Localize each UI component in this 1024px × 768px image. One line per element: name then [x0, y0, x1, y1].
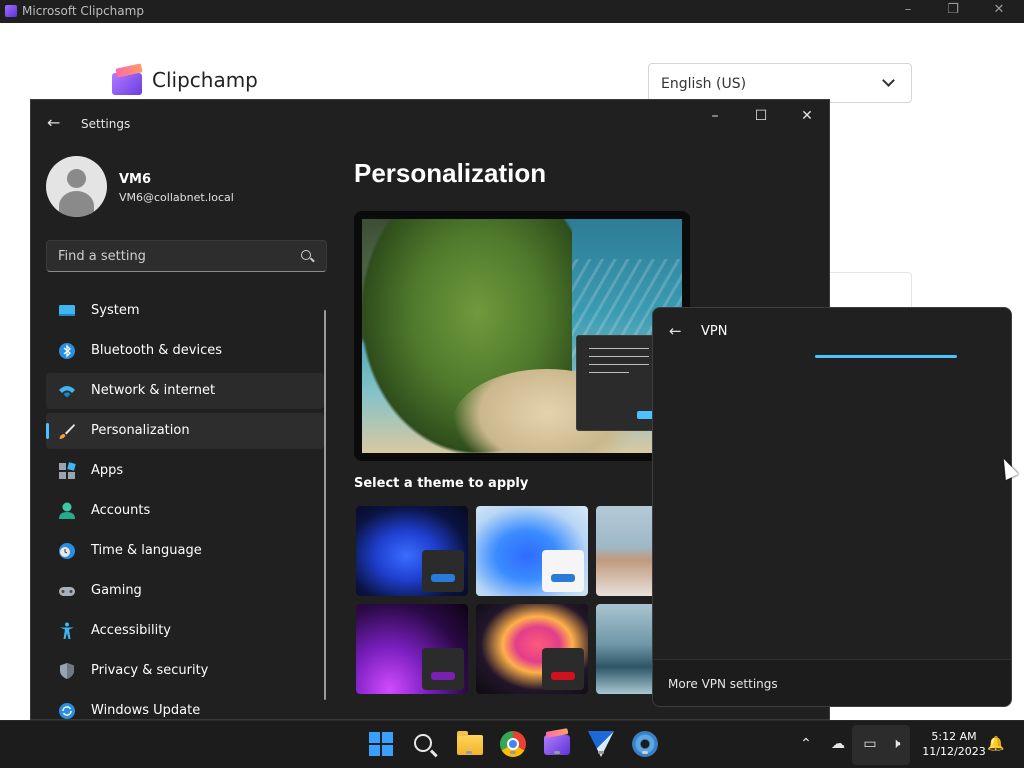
loading-progress-bar	[815, 355, 957, 358]
sidebar-item-label: Accounts	[91, 503, 151, 518]
preview-mini-window	[576, 335, 667, 431]
sidebar-item-label: Apps	[91, 463, 124, 478]
theme-tile-glow[interactable]	[356, 604, 468, 694]
sidebar-nav: System Bluetooth & devices Network & int…	[46, 293, 324, 719]
theme-section-label: Select a theme to apply	[354, 476, 529, 491]
sidebar-item-time-language[interactable]: Time & language	[46, 533, 324, 569]
clipchamp-brand: Clipchamp	[152, 68, 258, 92]
accessibility-icon	[60, 622, 74, 639]
settings-maximize-button[interactable]: ☐	[738, 106, 784, 126]
sidebar-item-system[interactable]: System	[46, 293, 324, 329]
vpn-flyout: ← VPN More VPN settings	[652, 307, 1012, 707]
apps-icon	[59, 462, 76, 479]
vpn-title: VPN	[701, 324, 728, 339]
clipchamp-window-title: Microsoft Clipchamp	[22, 4, 144, 18]
sidebar-item-apps[interactable]: Apps	[46, 453, 324, 489]
running-indicator	[554, 751, 560, 754]
sidebar-item-label: Privacy & security	[91, 663, 209, 678]
theme-tile-bloom-light[interactable]	[476, 506, 588, 596]
user-name: VM6	[119, 172, 152, 187]
sidebar-item-privacy[interactable]: Privacy & security	[46, 653, 324, 689]
search-input[interactable]	[46, 240, 327, 272]
taskbar: ⌃ ☁ ▭ 🕨 5:12 AM 11/12/2023 🔔	[0, 720, 1024, 768]
volume-muted-icon[interactable]: 🕨	[886, 736, 906, 754]
sidebar-item-label: Windows Update	[91, 703, 201, 718]
chevron-down-icon	[882, 74, 895, 87]
sidebar-item-accessibility[interactable]: Accessibility	[46, 613, 324, 649]
sidebar-item-label: Time & language	[91, 543, 202, 558]
avatar[interactable]	[46, 156, 107, 217]
theme-tile-flow[interactable]	[476, 604, 588, 694]
clipchamp-card	[830, 272, 912, 312]
theme-tile-bloom-dark[interactable]	[356, 506, 468, 596]
sidebar-item-label: Accessibility	[91, 623, 171, 638]
clock-globe-icon	[59, 543, 75, 559]
clipchamp-titlebar: Microsoft Clipchamp – ❐ ✕	[0, 0, 1024, 23]
restore-button[interactable]: ❐	[933, 2, 973, 20]
sidebar-item-network[interactable]: Network & internet	[46, 373, 324, 409]
chevron-up-icon[interactable]: ⌃	[796, 736, 816, 754]
close-button[interactable]: ✕	[979, 2, 1019, 20]
bluetooth-icon	[59, 343, 75, 359]
system-icon	[59, 305, 75, 316]
language-value: English (US)	[661, 76, 747, 92]
sidebar-item-bluetooth[interactable]: Bluetooth & devices	[46, 333, 324, 369]
running-indicator	[466, 751, 472, 754]
sidebar-item-label: Personalization	[91, 423, 190, 438]
sidebar-item-label: Network & internet	[91, 383, 216, 398]
clock[interactable]: 5:12 AM 11/12/2023	[919, 729, 989, 759]
sidebar-item-label: Bluetooth & devices	[91, 343, 222, 358]
clipchamp-logo-icon	[112, 63, 144, 95]
sidebar-item-gaming[interactable]: Gaming	[46, 573, 324, 609]
sidebar-item-label: System	[91, 303, 140, 318]
start-icon[interactable]	[368, 731, 394, 757]
shield-icon	[60, 663, 74, 679]
running-indicator	[510, 751, 516, 754]
sidebar-item-label: Gaming	[91, 583, 142, 598]
back-arrow-icon[interactable]: ←	[669, 322, 682, 340]
vpn-footer: More VPN settings	[653, 659, 1011, 706]
settings-close-button[interactable]: ✕	[784, 106, 829, 126]
sidebar-item-accounts[interactable]: Accounts	[46, 493, 324, 529]
language-select[interactable]: English (US)	[648, 63, 912, 103]
clipchamp-app-icon	[5, 5, 17, 17]
running-indicator	[642, 751, 648, 754]
search-icon[interactable]	[301, 250, 311, 260]
search-icon[interactable]	[414, 734, 432, 752]
page-title: Personalization	[354, 158, 547, 188]
user-email: VM6@collabnet.local	[119, 191, 234, 204]
gamepad-icon	[59, 587, 75, 596]
accounts-icon	[59, 502, 75, 519]
update-icon	[59, 703, 75, 719]
back-arrow-icon[interactable]: ←	[47, 114, 65, 132]
settings-title: Settings	[81, 117, 131, 131]
sidebar-scrollbar[interactable]	[324, 310, 326, 700]
more-vpn-settings-link[interactable]: More VPN settings	[668, 677, 778, 691]
onedrive-icon[interactable]: ☁	[828, 736, 848, 754]
wifi-icon	[59, 386, 75, 398]
settings-minimize-button[interactable]: –	[692, 106, 738, 126]
minimize-button[interactable]: –	[888, 2, 928, 20]
clock-date: 11/12/2023	[922, 745, 986, 758]
brush-icon	[59, 424, 75, 439]
network-icon[interactable]: ▭	[860, 736, 880, 754]
running-indicator	[598, 751, 604, 754]
sidebar-item-windows-update[interactable]: Windows Update	[46, 693, 324, 719]
clock-time: 5:12 AM	[931, 730, 977, 743]
sidebar-item-personalization[interactable]: Personalization	[46, 413, 324, 449]
notification-bell-icon[interactable]: 🔔	[986, 736, 1006, 754]
